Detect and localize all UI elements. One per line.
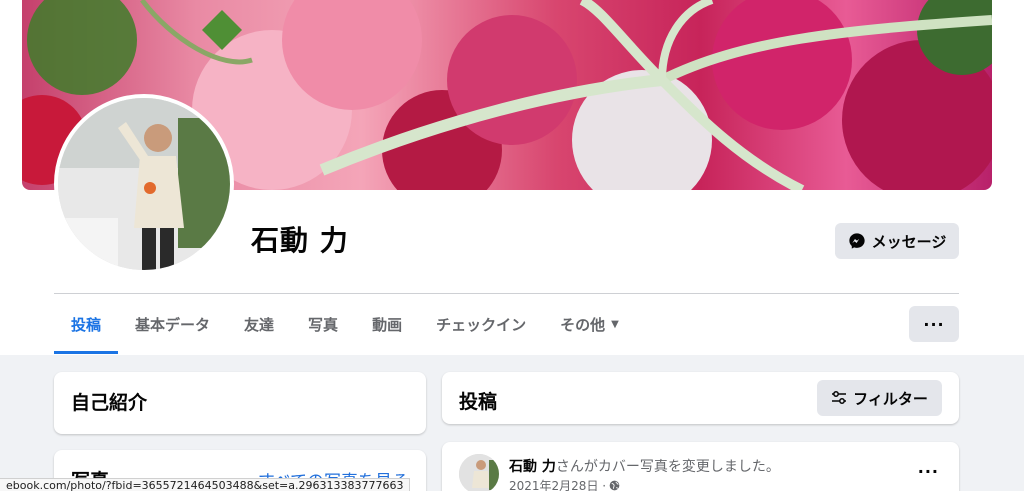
tab-label: チェックイン (436, 315, 527, 334)
message-button-label: メッセージ (871, 232, 947, 251)
tab-label: その他 (560, 315, 606, 334)
profile-avatar[interactable] (54, 94, 234, 274)
intro-card: 自己紹介 (54, 372, 426, 434)
tab-label: 写真 (308, 315, 339, 334)
tab-checkins[interactable]: チェックイン (419, 294, 543, 354)
tab-label: 友達 (244, 315, 275, 334)
tab-friends[interactable]: 友達 (227, 294, 291, 354)
post-date[interactable]: 2021年2月28日 · (509, 477, 606, 491)
avatar-image (459, 454, 499, 491)
profile-more-button[interactable]: ··· (909, 306, 959, 342)
post-action-text: さんがカバー写真を変更しました。 (555, 459, 780, 475)
tab-photos[interactable]: 写真 (291, 294, 355, 354)
post-author-name[interactable]: 石動 力 (509, 459, 556, 475)
filter-button[interactable]: フィルター (817, 380, 942, 416)
posts-title: 投稿 (459, 391, 498, 413)
message-button[interactable]: メッセージ (835, 223, 959, 259)
post-header: 石動 力さんがカバー写真を変更しました。 (509, 456, 780, 476)
tab-label: 投稿 (71, 315, 102, 334)
post-meta: 2021年2月28日 · (509, 477, 620, 491)
globe-icon (609, 480, 620, 491)
posts-header-card: 投稿 フィルター (442, 372, 959, 424)
tab-videos[interactable]: 動画 (355, 294, 419, 354)
sliders-icon (832, 391, 847, 404)
post-options-button[interactable]: ··· (918, 462, 939, 481)
profile-tabs: 投稿 基本データ 友達 写真 動画 チェックイン その他 ▼ (54, 294, 636, 354)
post-author-avatar[interactable] (459, 454, 499, 491)
tab-posts[interactable]: 投稿 (54, 294, 119, 354)
profile-name: 石動 力 (251, 224, 349, 257)
post-card: 石動 力さんがカバー写真を変更しました。 2021年2月28日 · ··· (442, 442, 959, 491)
tab-label: 動画 (372, 315, 403, 334)
tab-more[interactable]: その他 ▼ (543, 294, 636, 354)
caret-down-icon: ▼ (611, 318, 619, 330)
intro-title: 自己紹介 (71, 392, 148, 414)
avatar-image (58, 98, 230, 270)
tab-label: 基本データ (135, 315, 211, 334)
filter-button-label: フィルター (853, 389, 928, 408)
tab-about[interactable]: 基本データ (118, 294, 227, 354)
messenger-icon (848, 233, 865, 249)
status-bar-url: ebook.com/photo/?fbid=3655721464503488&s… (0, 478, 411, 491)
